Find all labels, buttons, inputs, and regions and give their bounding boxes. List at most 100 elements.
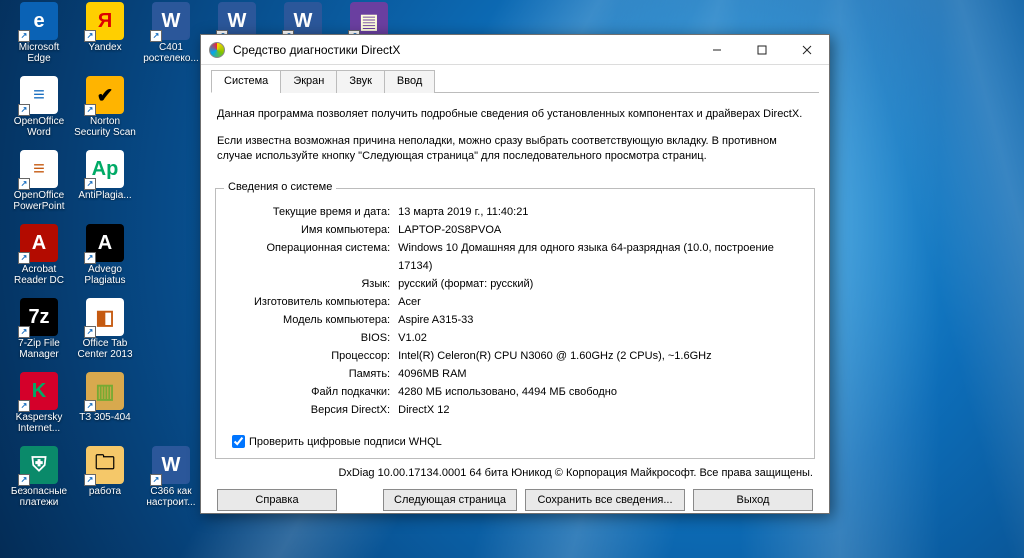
system-info-row: Версия DirectX:DirectX 12 xyxy=(254,401,806,419)
row-key: Процессор: xyxy=(254,347,396,365)
icon-label: Безопасные платежи xyxy=(8,486,70,508)
row-value: 4280 МБ использовано, 4494 МБ свободно xyxy=(396,383,806,401)
icon-label: Office Tab Center 2013 xyxy=(74,338,136,360)
intro-text-2: Если известна возможная причина неполадк… xyxy=(217,134,813,164)
app-icon: W↗ xyxy=(152,2,190,40)
icon-label: Advego Plagiatus xyxy=(74,264,136,286)
whql-checkbox-label[interactable]: Проверить цифровые подписи WHQL xyxy=(232,435,806,448)
icon-label: ТЗ 305-404 xyxy=(79,412,131,423)
desktop-icon[interactable]: ≡↗OpenOffice PowerPoint xyxy=(8,148,70,220)
app-icon: Я↗ xyxy=(86,2,124,40)
system-info-row: Процессор:Intel(R) Celeron(R) CPU N3060 … xyxy=(254,347,806,365)
whql-checkbox[interactable] xyxy=(232,435,245,448)
icon-label: C401 ростелеко... xyxy=(140,42,202,64)
row-value: Windows 10 Домашняя для одного языка 64-… xyxy=(396,239,806,275)
desktop-icon[interactable]: ⛨↗Безопасные платежи xyxy=(8,444,70,516)
icon-label: работа xyxy=(89,486,121,497)
desktop-icon[interactable]: A↗Acrobat Reader DC xyxy=(8,222,70,294)
icon-label: AntiPlagia... xyxy=(78,190,131,201)
system-info-row: Язык:русский (формат: русский) xyxy=(254,275,806,293)
app-icon: ✔↗ xyxy=(86,76,124,114)
titlebar[interactable]: Средство диагностики DirectX xyxy=(201,35,829,65)
app-icon: ◧↗ xyxy=(86,298,124,336)
dxdiag-icon xyxy=(209,42,225,58)
row-value: LAPTOP-20S8PVOA xyxy=(396,221,806,239)
app-icon: ▥↗ xyxy=(86,372,124,410)
icon-label: Yandex xyxy=(88,42,121,53)
tab-система[interactable]: Система xyxy=(211,70,281,93)
row-value: русский (формат: русский) xyxy=(396,275,806,293)
desktop-icon[interactable]: W↗C366 как настроит... xyxy=(140,444,202,516)
app-icon: e↗ xyxy=(20,2,58,40)
system-info-row: Операционная система:Windows 10 Домашняя… xyxy=(254,239,806,275)
row-value: DirectX 12 xyxy=(396,401,806,419)
icon-label: 7-Zip File Manager xyxy=(8,338,70,360)
row-key: Модель компьютера: xyxy=(254,311,396,329)
system-info-group: Сведения о системе Текущие время и дата:… xyxy=(215,188,815,459)
system-info-row: Текущие время и дата:13 марта 2019 г., 1… xyxy=(254,203,806,221)
desktop-icon[interactable]: Я↗ Yandex xyxy=(74,0,136,72)
desktop-icon[interactable]: ◧↗Office Tab Center 2013 xyxy=(74,296,136,368)
row-key: Язык: xyxy=(254,275,396,293)
app-icon: 🗀↗ xyxy=(86,446,124,484)
desktop-icon[interactable]: e↗Microsoft Edge xyxy=(8,0,70,72)
desktop-icon[interactable]: W↗C401 ростелеко... xyxy=(140,0,202,72)
tab-экран[interactable]: Экран xyxy=(280,70,337,93)
icon-label: C366 как настроит... xyxy=(140,486,202,508)
whql-text: Проверить цифровые подписи WHQL xyxy=(249,436,442,448)
icon-label: OpenOffice PowerPoint xyxy=(8,190,70,212)
icon-label: Norton Security Scan xyxy=(74,116,136,138)
system-info-row: Память:4096MB RAM xyxy=(254,365,806,383)
exit-button[interactable]: Выход xyxy=(693,489,813,511)
system-info-row: BIOS:V1.02 xyxy=(254,329,806,347)
dxdiag-window: Средство диагностики DirectX СистемаЭкра… xyxy=(200,34,830,514)
row-value: 4096MB RAM xyxy=(396,365,806,383)
icon-label: Microsoft Edge xyxy=(8,42,70,64)
system-info-row: Файл подкачки:4280 МБ использовано, 4494… xyxy=(254,383,806,401)
desktop-icon[interactable]: ≡↗OpenOffice Word xyxy=(8,74,70,146)
intro-text-1: Данная программа позволяет получить подр… xyxy=(217,107,813,122)
row-key: Память: xyxy=(254,365,396,383)
row-key: Текущие время и дата: xyxy=(254,203,396,221)
app-icon: W↗ xyxy=(152,446,190,484)
save-all-button[interactable]: Сохранить все сведения... xyxy=(525,489,685,511)
row-key: Файл подкачки: xyxy=(254,383,396,401)
app-icon: Ap↗ xyxy=(86,150,124,188)
app-icon: ⛨↗ xyxy=(20,446,58,484)
app-icon: A↗ xyxy=(86,224,124,262)
maximize-button[interactable] xyxy=(739,35,784,64)
desktop-icon[interactable]: A↗Advego Plagiatus xyxy=(74,222,136,294)
app-icon: K↗ xyxy=(20,372,58,410)
minimize-button[interactable] xyxy=(694,35,739,64)
icon-label: Kaspersky Internet... xyxy=(8,412,70,434)
row-key: Версия DirectX: xyxy=(254,401,396,419)
desktop-icon[interactable]: 🗀↗ работа xyxy=(74,444,136,516)
next-page-button[interactable]: Следующая страница xyxy=(383,489,517,511)
row-key: BIOS: xyxy=(254,329,396,347)
desktop-icon[interactable]: 7z↗7-Zip File Manager xyxy=(8,296,70,368)
group-legend: Сведения о системе xyxy=(224,181,336,193)
row-value: Aspire A315-33 xyxy=(396,311,806,329)
row-value: Intel(R) Celeron(R) CPU N3060 @ 1.60GHz … xyxy=(396,347,806,365)
help-button[interactable]: Справка xyxy=(217,489,337,511)
row-key: Имя компьютера: xyxy=(254,221,396,239)
tab-ввод[interactable]: Ввод xyxy=(384,70,435,93)
system-info-row: Изготовитель компьютера:Acer xyxy=(254,293,806,311)
icon-label: Acrobat Reader DC xyxy=(8,264,70,286)
close-button[interactable] xyxy=(784,35,829,64)
desktop-icon[interactable]: Ap↗ AntiPlagia... xyxy=(74,148,136,220)
row-value: 13 марта 2019 г., 11:40:21 xyxy=(396,203,806,221)
row-value: Acer xyxy=(396,293,806,311)
desktop-icon[interactable]: K↗Kaspersky Internet... xyxy=(8,370,70,442)
tab-звук[interactable]: Звук xyxy=(336,70,385,93)
app-icon: A↗ xyxy=(20,224,58,262)
icon-label: OpenOffice Word xyxy=(8,116,70,138)
desktop-icon[interactable]: ✔↗Norton Security Scan xyxy=(74,74,136,146)
window-title: Средство диагностики DirectX xyxy=(233,43,400,57)
desktop-icon[interactable]: ▥↗ ТЗ 305-404 xyxy=(74,370,136,442)
row-key: Операционная система: xyxy=(254,239,396,275)
system-info-row: Модель компьютера:Aspire A315-33 xyxy=(254,311,806,329)
tabstrip: СистемаЭкранЗвукВвод xyxy=(211,69,819,93)
app-icon: ≡↗ xyxy=(20,150,58,188)
copyright-line: DxDiag 10.00.17134.0001 64 бита Юникод ©… xyxy=(211,463,819,479)
